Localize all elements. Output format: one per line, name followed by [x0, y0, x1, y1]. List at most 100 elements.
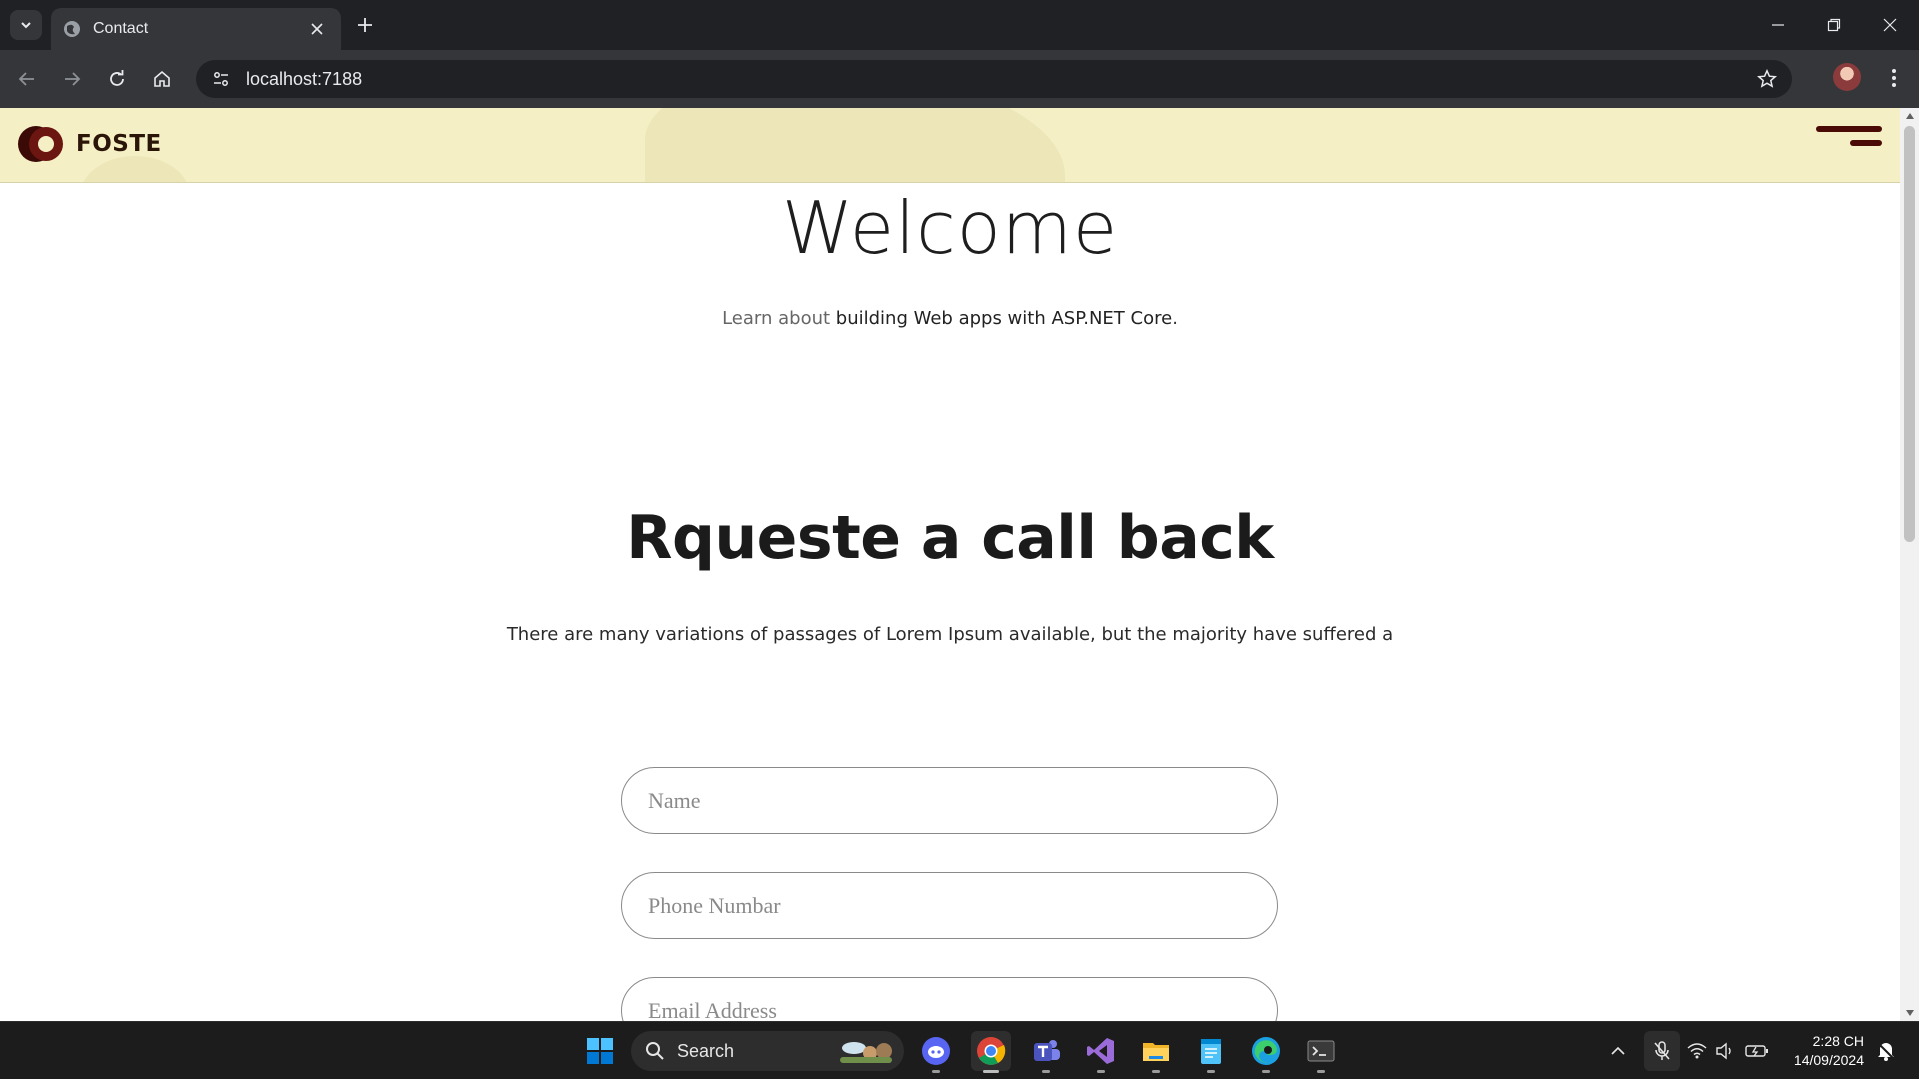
profile-avatar[interactable] [1833, 63, 1861, 91]
discord-app[interactable] [916, 1031, 956, 1073]
logo-mark-icon [18, 126, 63, 162]
start-button[interactable] [580, 1031, 620, 1071]
taskbar: Search 2:28 CH 14/09/2024 [0, 1021, 1919, 1079]
volume-icon [1716, 1042, 1731, 1060]
running-indicator [932, 1070, 940, 1073]
running-indicator [1152, 1070, 1160, 1073]
hamburger-icon [1816, 126, 1882, 132]
browser-tabstrip: Contact [0, 0, 1919, 50]
chrome-icon [977, 1037, 1006, 1065]
home-button[interactable] [145, 62, 179, 96]
menu-toggle-button[interactable] [1812, 126, 1882, 156]
tab-contact[interactable]: Contact [51, 8, 341, 50]
edge-app[interactable] [1246, 1031, 1286, 1073]
running-indicator [983, 1070, 999, 1073]
tray-overflow-button[interactable] [1606, 1039, 1630, 1063]
new-tab-button[interactable] [352, 12, 378, 38]
scrollbar-thumb[interactable] [1904, 126, 1915, 542]
welcome-heading: Welcome [781, 186, 1119, 270]
globe-icon [64, 21, 80, 37]
running-indicator [1262, 1070, 1270, 1073]
terminal-icon [1307, 1040, 1335, 1062]
running-indicator [1042, 1070, 1050, 1073]
battery-button[interactable] [1745, 1039, 1769, 1063]
wifi-button[interactable] [1685, 1039, 1709, 1063]
aspnet-link[interactable]: building Web apps with ASP.NET Core [836, 308, 1172, 329]
arrow-left-icon [18, 72, 34, 86]
close-icon [311, 23, 323, 35]
edge-icon [1252, 1037, 1280, 1065]
folder-icon [1143, 1043, 1169, 1061]
restore-icon [1827, 18, 1841, 32]
taskbar-clock[interactable]: 2:28 CH 14/09/2024 [1784, 1032, 1864, 1070]
tab-title: Contact [93, 20, 149, 37]
arrow-right-icon [65, 72, 81, 86]
tab-search-button[interactable] [10, 10, 42, 40]
chrome-app[interactable] [971, 1031, 1011, 1073]
volume-button[interactable] [1713, 1039, 1737, 1063]
wifi-icon [1687, 1043, 1707, 1059]
reload-button[interactable] [100, 62, 134, 96]
plus-icon [358, 18, 372, 32]
forward-button[interactable] [55, 62, 89, 96]
running-indicator [1317, 1070, 1325, 1073]
star-icon [1757, 69, 1777, 88]
terminal-app[interactable] [1301, 1031, 1341, 1073]
discord-icon [922, 1037, 950, 1065]
visual-studio-app[interactable] [1081, 1031, 1121, 1073]
notifications-button[interactable] [1874, 1039, 1898, 1063]
minimize-button[interactable] [1750, 0, 1806, 50]
taskbar-search-label: Search [677, 1040, 735, 1061]
callback-description: There are many variations of passages of… [506, 624, 1394, 645]
scroll-up-icon[interactable] [1900, 108, 1919, 124]
back-button[interactable] [10, 62, 44, 96]
phone-field[interactable] [621, 872, 1278, 939]
header-decoration [645, 108, 1065, 182]
minimize-icon [1772, 24, 1784, 26]
teams-app[interactable] [1026, 1031, 1066, 1073]
bookmark-button[interactable] [1754, 66, 1780, 92]
microphone-muted-button[interactable] [1644, 1031, 1680, 1071]
clock-date: 14/09/2024 [1793, 1052, 1864, 1068]
restore-button[interactable] [1806, 0, 1862, 50]
home-icon [154, 70, 170, 87]
lead-period: . [1172, 308, 1178, 329]
site-info-button[interactable] [206, 64, 236, 94]
battery-charging-icon [1745, 1045, 1768, 1057]
tab-close-button[interactable] [307, 19, 327, 39]
teams-icon [1034, 1040, 1060, 1061]
notification-bell-icon [1877, 1042, 1895, 1061]
site-header: FOSTE [0, 108, 1900, 183]
address-bar[interactable]: localhost:7188 [196, 60, 1792, 98]
clock-time: 2:28 CH [1812, 1033, 1864, 1049]
site-logo[interactable]: FOSTE [18, 125, 162, 163]
reload-icon [110, 70, 124, 86]
search-highlight-icon [840, 1042, 892, 1063]
notepad-app[interactable] [1191, 1031, 1231, 1073]
taskbar-search[interactable]: Search [631, 1031, 904, 1071]
windows-icon [587, 1038, 613, 1064]
scroll-down-icon[interactable] [1900, 1005, 1919, 1021]
close-window-button[interactable] [1862, 0, 1918, 50]
microphone-off-icon [1654, 1041, 1670, 1060]
running-indicator [1207, 1070, 1215, 1073]
email-field[interactable] [621, 977, 1278, 1021]
running-indicator [1097, 1070, 1105, 1073]
page-scrollbar[interactable] [1900, 108, 1919, 1021]
welcome-lead: Learn about building Web apps with ASP.N… [0, 308, 1900, 329]
logo-text: FOSTE [76, 131, 162, 157]
browser-menu-button[interactable] [1880, 62, 1908, 94]
visual-studio-icon [1087, 1038, 1114, 1064]
name-field[interactable] [621, 767, 1278, 834]
url-text: localhost:7188 [246, 68, 363, 89]
file-explorer-app[interactable] [1136, 1031, 1176, 1073]
callback-heading: Rqueste a call back [626, 503, 1274, 573]
browser-toolbar: localhost:7188 [0, 50, 1919, 108]
chevron-down-icon [21, 22, 31, 29]
tune-icon [214, 72, 228, 86]
search-icon [646, 1042, 664, 1060]
close-icon [1883, 18, 1897, 32]
chevron-up-icon [1611, 1046, 1625, 1055]
notepad-icon [1201, 1039, 1221, 1064]
lead-text: Learn about [722, 308, 831, 329]
